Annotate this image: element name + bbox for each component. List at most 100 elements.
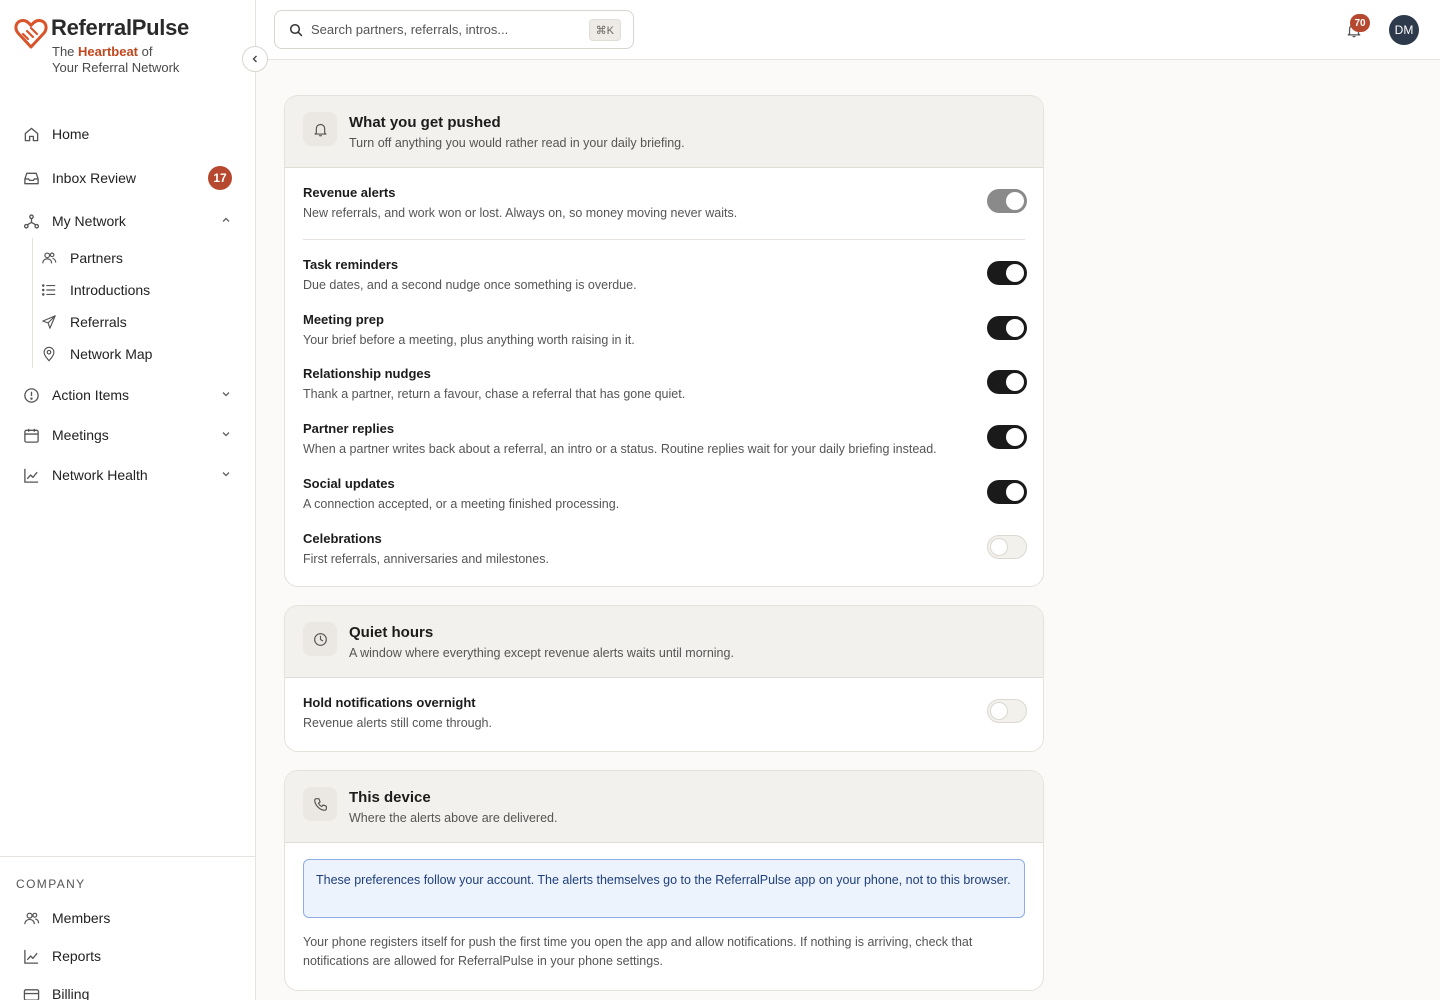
nav-meetings-label: Meetings (52, 427, 109, 443)
nav-members[interactable]: Members (12, 900, 244, 936)
credit-card-icon (22, 985, 40, 1000)
setting-title: Relationship nudges (303, 366, 431, 381)
pushed-settings-card: What you get pushed Turn off anything yo… (284, 95, 1044, 587)
meeting-prep-toggle[interactable] (987, 316, 1027, 340)
nav-network-health-label: Network Health (52, 467, 148, 483)
calendar-icon (22, 426, 40, 444)
sidebar: ReferralPulse The Heartbeat of Your Refe… (0, 0, 256, 1000)
nav-home[interactable]: Home (12, 116, 244, 152)
nav-action-items[interactable]: Action Items (12, 377, 244, 413)
toggle-knob (1006, 192, 1024, 210)
revenue-alerts-toggle (987, 189, 1027, 213)
nav-members-label: Members (52, 910, 111, 926)
toggle-knob (1006, 373, 1024, 391)
topbar: ⌘K 70 DM (256, 0, 1440, 60)
search-bar[interactable]: ⌘K (274, 10, 634, 49)
line-chart-icon (22, 947, 40, 965)
nav-partners[interactable]: Partners (30, 244, 244, 272)
nav-inbox-review[interactable]: Inbox Review 17 (12, 160, 244, 196)
avatar[interactable]: DM (1389, 15, 1419, 45)
nav-my-network[interactable]: My Network (12, 203, 244, 239)
nav-referrals-label: Referrals (70, 314, 127, 330)
logo-icon (14, 18, 48, 49)
divider (303, 239, 1025, 240)
push-registration-note: Your phone registers itself for push the… (303, 935, 973, 968)
home-icon (22, 125, 40, 143)
network-icon (22, 212, 40, 230)
setting-description: Your brief before a meeting, plus anythi… (303, 333, 635, 347)
bell-icon (303, 112, 337, 146)
nav-introductions-label: Introductions (70, 282, 151, 298)
company-section-label: COMPANY (16, 877, 86, 891)
device-card-header: This device Where the alerts above are d… (285, 771, 1043, 843)
chevron-up-icon (222, 217, 230, 222)
setting-title: Task reminders (303, 257, 399, 272)
nav-partners-label: Partners (70, 250, 123, 266)
notification-count-badge: 70 (1350, 14, 1370, 32)
users-icon (40, 249, 58, 267)
social-updates-toggle[interactable] (987, 480, 1027, 504)
inbox-count-badge: 17 (208, 166, 232, 190)
brand-name: ReferralPulse (51, 15, 189, 40)
setting-description: Due dates, and a second nudge once somet… (303, 278, 637, 292)
setting-row-hold-overnight: Hold notifications overnight Revenue ale… (303, 695, 1027, 730)
this-device-card: This device Where the alerts above are d… (284, 770, 1044, 991)
setting-row-relationship-nudges: Relationship nudges Thank a partner, ret… (303, 366, 1027, 401)
search-shortcut-hint: ⌘K (588, 19, 621, 41)
subnav-guide-line (32, 238, 33, 368)
setting-description: Thank a partner, return a favour, chase … (303, 387, 686, 401)
quiet-card-subtitle: A window where everything except revenue… (349, 646, 734, 660)
nav-referrals[interactable]: Referrals (30, 308, 244, 336)
nav-meetings[interactable]: Meetings (12, 417, 244, 453)
quiet-card-title: Quiet hours (349, 624, 434, 641)
nav-network-map[interactable]: Network Map (30, 340, 244, 368)
quiet-card-header: Quiet hours A window where everything ex… (285, 606, 1043, 678)
nav-introductions[interactable]: Introductions (30, 276, 244, 304)
task-reminders-toggle[interactable] (987, 261, 1027, 285)
setting-description: When a partner writes back about a refer… (303, 442, 937, 456)
setting-title: Revenue alerts (303, 185, 396, 200)
nav-home-label: Home (52, 126, 90, 142)
line-chart-icon (22, 466, 40, 484)
hold-overnight-toggle[interactable] (987, 699, 1027, 723)
toggle-knob (1006, 319, 1024, 337)
toggle-knob (1006, 428, 1024, 446)
brand[interactable]: ReferralPulse The Heartbeat of Your Refe… (14, 14, 189, 75)
setting-description: First referrals, anniversaries and miles… (303, 552, 549, 566)
company-section: COMPANY Members Reports Billing (0, 856, 255, 1000)
celebrations-toggle[interactable] (987, 535, 1027, 559)
search-icon (289, 23, 303, 36)
nav-reports[interactable]: Reports (12, 938, 244, 974)
setting-row-social-updates: Social updates A connection accepted, or… (303, 476, 1027, 511)
setting-title: Social updates (303, 476, 395, 491)
nav-network-health[interactable]: Network Health (12, 457, 244, 493)
setting-description: A connection accepted, or a meeting fini… (303, 497, 620, 511)
phone-icon (303, 787, 337, 821)
pushed-card-header: What you get pushed Turn off anything yo… (285, 96, 1043, 168)
search-input[interactable] (311, 22, 581, 37)
setting-row-partner-replies: Partner replies When a partner writes ba… (303, 421, 1027, 456)
partner-replies-toggle[interactable] (987, 425, 1027, 449)
collapse-sidebar-button[interactable] (242, 46, 268, 72)
nav-network-map-label: Network Map (70, 346, 153, 362)
device-card-title: This device (349, 789, 431, 806)
setting-row-revenue-alerts: Revenue alerts New referrals, and work w… (303, 185, 1027, 220)
setting-row-meeting-prep: Meeting prep Your brief before a meeting… (303, 312, 1027, 347)
toggle-knob (990, 702, 1008, 720)
setting-row-celebrations: Celebrations First referrals, anniversar… (303, 531, 1027, 566)
chevron-down-icon (222, 432, 230, 437)
nav-billing[interactable]: Billing (12, 976, 244, 1000)
chevron-down-icon (222, 472, 230, 477)
nav-my-network-label: My Network (52, 213, 126, 229)
nav-billing-label: Billing (52, 986, 90, 1000)
relationship-nudges-toggle[interactable] (987, 370, 1027, 394)
device-card-subtitle: Where the alerts above are delivered. (349, 811, 558, 825)
clock-icon (303, 622, 337, 656)
alert-circle-icon (22, 386, 40, 404)
map-pin-icon (40, 345, 58, 363)
toggle-knob (990, 538, 1008, 556)
chevron-left-icon (252, 55, 257, 63)
brand-tagline: The Heartbeat of Your Referral Network (52, 44, 179, 76)
setting-title: Meeting prep (303, 312, 384, 327)
chevron-down-icon (222, 392, 230, 397)
